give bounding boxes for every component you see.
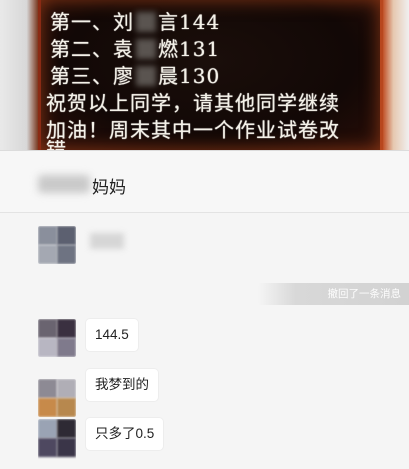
avatar[interactable] — [38, 379, 76, 417]
redacted-message-blur — [90, 233, 124, 249]
screen: 第一、刘 言144 第二、袁 燃131 第三、廖 晨130 祝贺以上同学，请其他同学继… — [0, 0, 409, 469]
chalk-line-5: 加油！周末其中一个作业试卷改 — [46, 118, 340, 142]
forwarded-image[interactable]: 第一、刘 言144 第二、袁 燃131 第三、廖 晨130 祝贺以上同学，请其他同学继… — [0, 0, 409, 150]
message-bubble[interactable]: 144.5 — [86, 319, 138, 351]
image-left-edge — [0, 0, 38, 150]
message-bubble[interactable]: 我梦到的 — [86, 369, 158, 401]
avatar[interactable] — [38, 319, 76, 357]
chalk-line-4: 祝贺以上同学，请其他同学继续 — [46, 91, 340, 115]
avatar[interactable] — [38, 419, 76, 461]
chalk-line-6: 错 — [46, 140, 67, 150]
image-right-edge — [383, 0, 409, 150]
redacted-name-blur — [38, 175, 90, 193]
chalk-line-2: 第二、袁 燃131 — [50, 37, 221, 61]
message-bubble[interactable]: 只多了0.5 — [86, 418, 164, 450]
chat-title: 妈妈 — [92, 178, 126, 197]
chalk-line-3: 第三、廖 晨130 — [50, 64, 221, 88]
recall-notice: 撤回了一条消息 — [257, 283, 409, 305]
avatar[interactable] — [38, 226, 76, 264]
redaction-blur — [136, 39, 156, 59]
redaction-blur — [136, 12, 156, 32]
chalk-line-1: 第一、刘 言144 — [50, 10, 221, 34]
chat-header: 妈妈 — [0, 151, 409, 213]
chat-panel: 妈妈 撤回了一条消息 144.5 我梦到的 只多了0.5 — [0, 150, 409, 469]
redaction-blur — [136, 66, 156, 86]
